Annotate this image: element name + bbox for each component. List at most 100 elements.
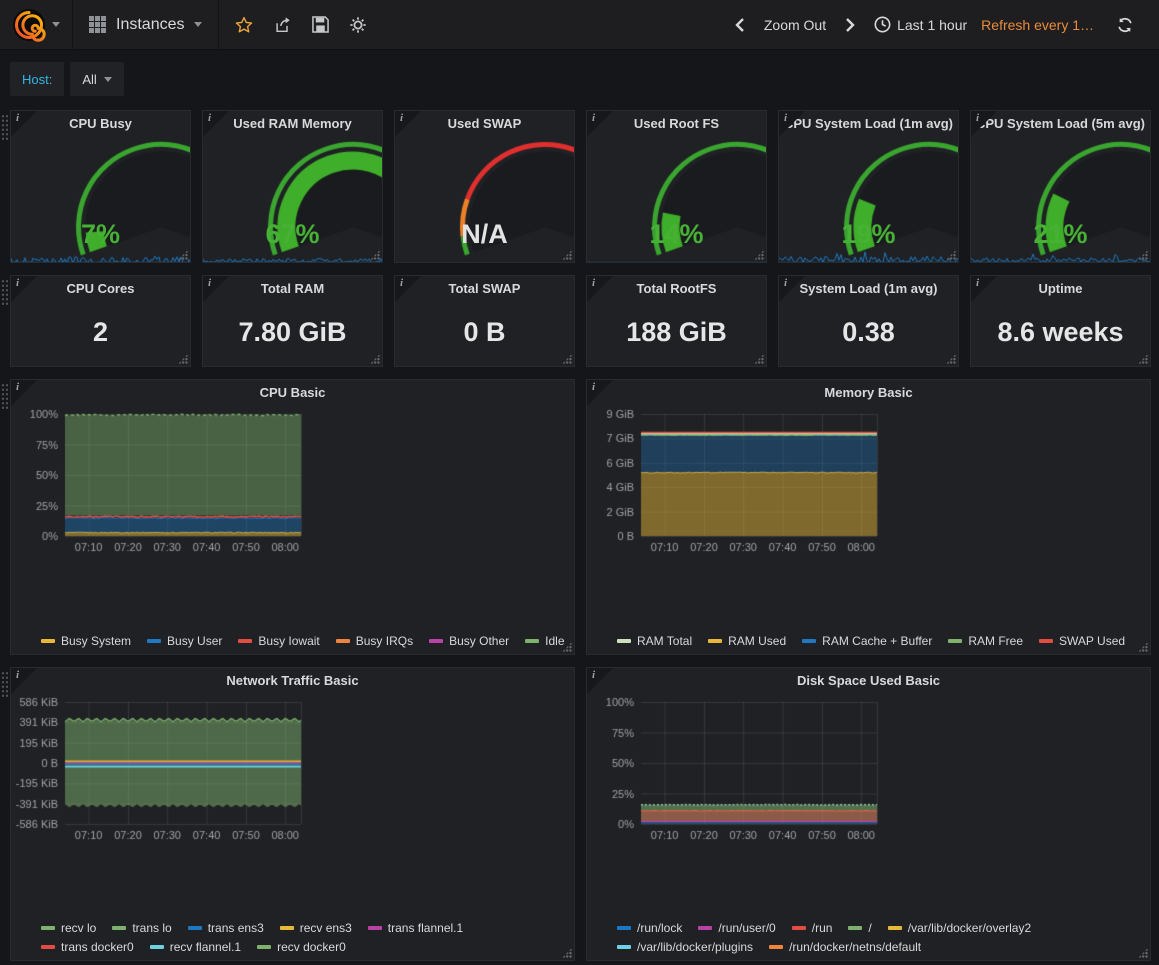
legend-swatch <box>1039 639 1053 643</box>
legend-label: /var/lib/docker/overlay2 <box>908 921 1031 935</box>
panel-title[interactable]: Total RootFS <box>587 276 766 302</box>
legend-swatch <box>336 639 350 643</box>
panel-title[interactable]: Used SWAP <box>395 111 574 137</box>
legend-item[interactable]: /run <box>792 921 833 935</box>
legend-item[interactable]: RAM Free <box>948 634 1023 648</box>
legend-swatch <box>257 945 271 949</box>
panel-title[interactable]: System Load (1m avg) <box>779 276 958 302</box>
gauge[interactable]: 7% <box>11 137 190 262</box>
legend-item[interactable]: recv ens3 <box>280 921 352 935</box>
legend-item[interactable]: /var/lib/docker/plugins <box>617 940 753 954</box>
gauge[interactable]: 14% <box>587 137 766 262</box>
time-forward-chevron-icon[interactable] <box>840 0 860 50</box>
panel-system-load: i System Load (1m avg) 0.38 <box>778 275 959 367</box>
legend-swatch <box>792 926 806 930</box>
legend-item[interactable]: trans flannel.1 <box>368 921 463 935</box>
panel-title[interactable]: Total SWAP <box>395 276 574 302</box>
chart-canvas[interactable] <box>587 694 887 844</box>
legend-label: Busy Iowait <box>258 634 319 648</box>
dashboard-submenu: Host: All <box>0 50 1159 106</box>
legend-swatch <box>280 926 294 930</box>
row-drag-handle[interactable] <box>1 114 9 140</box>
row-drag-handle[interactable] <box>1 383 9 409</box>
legend-item[interactable]: trans lo <box>112 921 171 935</box>
legend-swatch <box>41 926 55 930</box>
legend-item[interactable]: /run/docker/netns/default <box>769 940 921 954</box>
panel-title[interactable]: CPU System Load (5m avg) <box>971 111 1150 137</box>
legend-label: recv flannel.1 <box>170 940 241 954</box>
legend-item[interactable]: recv lo <box>41 921 96 935</box>
gauge[interactable]: 67% <box>203 137 382 262</box>
grafana-menu-button[interactable] <box>0 0 73 49</box>
legend-item[interactable]: RAM Total <box>617 634 692 648</box>
chevron-down-icon <box>104 77 112 82</box>
panel-title[interactable]: Used Root FS <box>587 111 766 137</box>
legend-swatch <box>617 945 631 949</box>
legend-swatch <box>41 945 55 949</box>
legend-item[interactable]: RAM Used <box>708 634 786 648</box>
legend-swatch <box>802 639 816 643</box>
settings-gear-icon[interactable] <box>341 0 375 50</box>
legend-item[interactable]: recv flannel.1 <box>150 940 241 954</box>
panel-used-swap: i Used SWAP N/A <box>394 110 575 263</box>
panel-title[interactable]: Memory Basic <box>587 380 1150 406</box>
chart-canvas[interactable] <box>11 694 311 844</box>
legend-label: recv docker0 <box>277 940 346 954</box>
legend-swatch <box>698 926 712 930</box>
legend-item[interactable]: Busy User <box>147 634 222 648</box>
host-variable-label: Host: <box>10 62 64 96</box>
chart-row-1: i CPU Basic Busy SystemBusy UserBusy Iow… <box>10 379 1151 655</box>
time-range-picker[interactable]: Last 1 hour <box>874 16 967 33</box>
legend-item[interactable]: Busy Iowait <box>238 634 319 648</box>
row-drag-handle[interactable] <box>1 671 9 697</box>
host-variable-dropdown[interactable]: All <box>70 62 123 96</box>
panel-title[interactable]: CPU Basic <box>11 380 574 406</box>
legend-item[interactable]: / <box>848 921 871 935</box>
panel-total-rootfs: i Total RootFS 188 GiB <box>586 275 767 367</box>
stat-row: i CPU Cores 2 i Total RAM 7.80 GiB i Tot… <box>10 275 1151 367</box>
legend-item[interactable]: /run/user/0 <box>698 921 775 935</box>
legend-item[interactable]: Busy IRQs <box>336 634 413 648</box>
chart-canvas[interactable] <box>587 406 887 556</box>
legend-item[interactable]: SWAP Used <box>1039 634 1125 648</box>
legend-item[interactable]: Busy System <box>41 634 131 648</box>
panel-title[interactable]: CPU Cores <box>11 276 190 302</box>
panel-title[interactable]: Uptime <box>971 276 1150 302</box>
gauge[interactable]: 19% <box>779 137 958 262</box>
star-button[interactable] <box>227 0 261 50</box>
legend-item[interactable]: /run/lock <box>617 921 682 935</box>
panel-title[interactable]: CPU Busy <box>11 111 190 137</box>
legend-swatch <box>112 926 126 930</box>
refresh-interval-button[interactable]: Refresh every 1… <box>981 17 1094 33</box>
panel-title[interactable]: CPU System Load (1m avg) <box>779 111 958 137</box>
panel-sysload-1m: i CPU System Load (1m avg) 19% <box>778 110 959 263</box>
legend-item[interactable]: Idle <box>525 634 564 648</box>
panel-network-traffic: i Network Traffic Basic recv lotrans lot… <box>10 667 575 961</box>
panel-title[interactable]: Total RAM <box>203 276 382 302</box>
legend-label: trans ens3 <box>208 921 264 935</box>
refresh-icon[interactable] <box>1108 0 1142 50</box>
share-button[interactable] <box>265 0 299 50</box>
legend-label: /run/lock <box>637 921 682 935</box>
legend-label: Busy System <box>61 634 131 648</box>
legend-item[interactable]: Busy Other <box>429 634 509 648</box>
save-button[interactable] <box>303 0 337 50</box>
legend-item[interactable]: recv docker0 <box>257 940 346 954</box>
gauge[interactable]: 21% <box>971 137 1150 262</box>
legend-item[interactable]: RAM Cache + Buffer <box>802 634 932 648</box>
legend-label: RAM Used <box>728 634 786 648</box>
chevron-down-icon <box>194 22 202 27</box>
dashboard-title[interactable]: Instances <box>116 16 184 34</box>
panel-title[interactable]: Used RAM Memory <box>203 111 382 137</box>
panel-title[interactable]: Disk Space Used Basic <box>587 668 1150 694</box>
zoom-out-button[interactable]: Zoom Out <box>764 17 826 33</box>
panel-title[interactable]: Network Traffic Basic <box>11 668 574 694</box>
legend-item[interactable]: trans docker0 <box>41 940 134 954</box>
legend-item[interactable]: /var/lib/docker/overlay2 <box>888 921 1031 935</box>
gauge-row: i CPU Busy 7% i Used RAM Memory 67% i Us… <box>10 110 1151 263</box>
gauge[interactable]: N/A <box>395 137 574 262</box>
time-back-chevron-icon[interactable] <box>730 0 750 50</box>
chart-canvas[interactable] <box>11 406 311 556</box>
legend-item[interactable]: trans ens3 <box>188 921 264 935</box>
row-drag-handle[interactable] <box>1 279 9 305</box>
